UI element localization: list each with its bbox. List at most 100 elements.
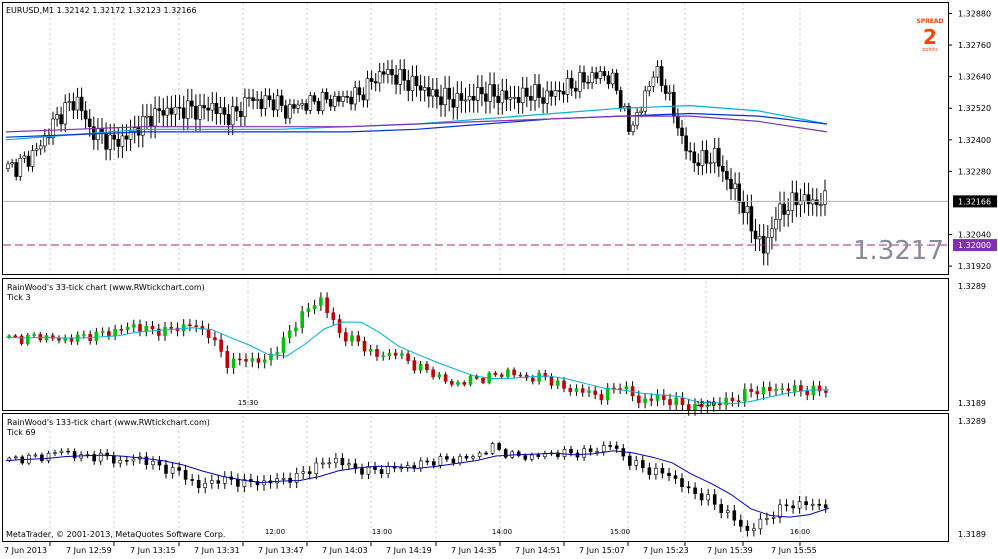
candle-body [792,385,797,392]
candle-body [742,388,747,402]
candle-body [319,297,323,306]
candle-body [671,91,676,117]
candle-body [390,69,394,76]
candle-body [499,374,504,377]
candle-body [94,331,99,341]
candle-body [14,162,18,177]
candle-body [565,78,570,95]
trading-chart[interactable]: 1.32880 1.32760 1.32640 1.32520 1.32400 1.322… [0,0,998,559]
candle-body [660,467,665,474]
main-price-panel[interactable] [2,2,949,275]
candle-body [337,96,341,102]
candle-body [343,332,348,342]
candle-body [643,398,647,404]
candle-body [301,471,306,474]
candle-body [46,452,51,462]
candle-body [692,151,697,164]
candle-body [124,135,129,140]
candle-body [373,81,378,84]
candle-body [537,84,541,98]
candle-body [22,155,27,159]
candle-body [100,331,105,333]
candle-body [730,397,735,402]
candle-body [680,478,684,487]
candle-body [484,452,488,455]
price-tick-label: 1.3289 [958,417,986,426]
candle-body [112,134,116,140]
candle-body [467,96,472,101]
candle-body [458,456,462,464]
candle-body [799,385,803,392]
candle-body [320,92,325,112]
candle-body [225,351,230,368]
candle-body [562,380,566,389]
candle-body [536,454,541,457]
candle-body [819,204,823,206]
candle-body [202,105,206,109]
candle-body [194,105,198,120]
candle-body [210,103,215,111]
candle-body [410,75,415,91]
candle-body [667,472,671,477]
candle-body [736,400,741,403]
candle-body [729,178,733,189]
candle-body [484,93,488,102]
candle-body [745,206,750,213]
candle-body [447,87,452,100]
candle-body [247,97,251,99]
candle-body [741,202,746,214]
candle-body [810,199,815,205]
tick133-title: RainWood's 133-tick chart (www.RWtickcha… [7,418,210,427]
candle-body [125,326,130,330]
candle-body [569,448,573,454]
candle-body [157,460,162,466]
candle-body [55,114,59,120]
tick133-time-label: 14:00 [492,528,512,536]
tick133-time-label: 16:00 [790,528,810,536]
candle-body [431,461,436,466]
candle-body [164,464,168,474]
candle-body [791,505,795,509]
spread-value: 2 [923,25,937,49]
candle-body [686,404,691,411]
candle-body [771,516,776,519]
price-tick-label: 1.32040 [958,231,991,240]
candle-body [98,452,103,462]
tick33-title: RainWood's 33-tick chart (www.RWtickchar… [7,283,205,292]
candle-body [506,369,510,377]
candle-body [738,519,743,527]
price-tick-label: 1.32520 [958,104,991,113]
candle-body [63,102,68,125]
candle-body [765,518,769,520]
time-axis: 7 Jun 2013 7 Jun 12:59 7 Jun 13:15 7 Jun 13… [4,542,817,555]
candle-body [116,139,121,147]
candle-body [399,467,404,470]
candle-body [749,206,754,232]
candle-body [549,90,554,97]
candle-body [674,397,679,406]
tick133-panel[interactable] [2,413,949,542]
candle-body [422,87,427,91]
price-tick-label: 1.32400 [958,136,991,145]
candle-body [394,74,398,85]
candle-body [569,78,574,89]
candle-body [402,69,407,81]
candle-body [365,78,370,101]
candle-body [719,504,724,513]
candle-body [161,110,166,116]
candle-body [445,456,449,460]
candle-body [797,501,802,509]
candle-body [345,96,349,98]
candle-body [684,135,688,152]
candle-body [223,476,227,484]
candle-body [33,454,38,457]
candle-body [490,443,495,454]
candle-body [435,89,439,97]
candle-body [125,459,129,462]
candle-body [635,112,639,126]
candle-body [104,133,108,150]
candle-body [183,469,188,480]
candle-body [181,107,186,119]
candle-body [533,84,537,101]
candle-body [400,353,404,356]
